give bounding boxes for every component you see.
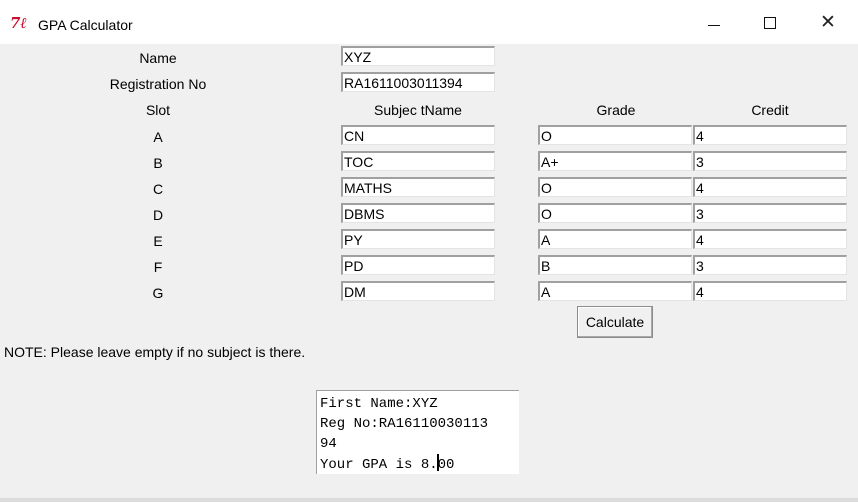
minimize-icon — [708, 25, 720, 26]
grade-field-e[interactable] — [538, 229, 692, 249]
grade-field-c[interactable] — [538, 177, 692, 197]
credit-field-e[interactable] — [693, 229, 847, 249]
name-label: Name — [139, 50, 177, 66]
credit-field-f[interactable] — [693, 255, 847, 275]
slot-label-a: A — [153, 129, 163, 145]
gpa-text-before-caret: Your GPA is 8. — [320, 457, 438, 473]
window-title: GPA Calculator — [38, 17, 133, 33]
subject-field-f[interactable] — [341, 255, 495, 275]
credit-field-c[interactable] — [693, 177, 847, 197]
subject-field-e[interactable] — [341, 229, 495, 249]
tk-feather-icon: 7ℓ — [10, 14, 27, 32]
credit-field-b[interactable] — [693, 151, 847, 171]
credit-field-g[interactable] — [693, 281, 847, 301]
subject-field-d[interactable] — [341, 203, 495, 223]
slot-label-d: D — [152, 207, 164, 223]
subject-field-a[interactable] — [341, 125, 495, 145]
slot-label-e: E — [153, 233, 163, 249]
subject-field-g[interactable] — [341, 281, 495, 301]
credit-field-d[interactable] — [693, 203, 847, 223]
slot-label-b: B — [153, 155, 163, 171]
maximize-button[interactable] — [742, 0, 798, 44]
registration-label: Registration No — [109, 76, 207, 92]
maximize-icon — [764, 17, 776, 29]
slot-label-c: C — [152, 181, 164, 197]
output-line-reg-cont: 94 — [320, 436, 337, 452]
window-bottom-edge — [0, 498, 858, 502]
name-field[interactable] — [341, 46, 495, 66]
calculate-button[interactable]: Calculate — [577, 306, 653, 338]
credit-field-a[interactable] — [693, 125, 847, 145]
grade-field-a[interactable] — [538, 125, 692, 145]
credit-header: Credit — [751, 102, 789, 118]
output-line-name: First Name:XYZ — [320, 396, 438, 412]
subject-field-b[interactable] — [341, 151, 495, 171]
title-bar: 7ℓ GPA Calculator ✕ — [0, 0, 858, 44]
grade-field-d[interactable] — [538, 203, 692, 223]
output-line-gpa: Your GPA is 8.00 — [320, 454, 519, 474]
grade-field-f[interactable] — [538, 255, 692, 275]
registration-field[interactable] — [341, 72, 495, 92]
slot-header: Slot — [145, 102, 171, 118]
slot-label-f: F — [153, 259, 163, 275]
grade-field-b[interactable] — [538, 151, 692, 171]
close-icon: ✕ — [820, 11, 836, 33]
output-line-reg: Reg No:RA16110030113 — [320, 416, 489, 432]
subject-field-c[interactable] — [341, 177, 495, 197]
output-textbox[interactable]: First Name:XYZ Reg No:RA16110030113 94 Y… — [316, 390, 519, 474]
grade-header: Grade — [596, 102, 636, 118]
subject-header: Subjec tName — [374, 102, 462, 118]
slot-label-g: G — [152, 285, 164, 301]
gpa-text-after-caret: 00 — [437, 457, 455, 473]
minimize-button[interactable] — [686, 0, 742, 44]
grade-field-g[interactable] — [538, 281, 692, 301]
note-text: NOTE: Please leave empty if no subject i… — [4, 344, 306, 360]
close-button[interactable]: ✕ — [800, 0, 856, 44]
